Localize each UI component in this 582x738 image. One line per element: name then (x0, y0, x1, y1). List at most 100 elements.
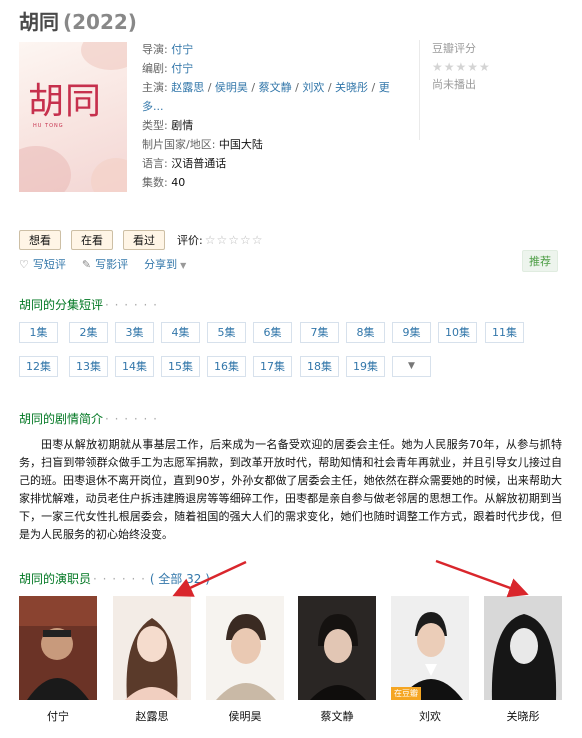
eval-stars[interactable]: ☆☆☆☆☆ (205, 233, 264, 247)
episode-button[interactable]: 2集 (69, 322, 108, 343)
cast-separator: / (291, 81, 303, 94)
episode-button[interactable]: 16集 (207, 356, 246, 377)
episode-button[interactable]: 14集 (115, 356, 154, 377)
episode-button[interactable]: 12集 (19, 356, 58, 377)
cast-card[interactable]: 赵露思 (113, 596, 191, 724)
cast-separator: / (247, 81, 259, 94)
movie-info: 导演: 付宁 编剧: 付宁 主演: 赵露思 / 侯明昊 / 蔡文静 / 刘欢 /… (142, 40, 407, 192)
short-review-link[interactable]: ♡ 写短评 (19, 256, 66, 272)
rating-label: 豆瓣评分 (432, 42, 476, 55)
episodes-section-heading: 胡同的分集短评 (19, 298, 104, 312)
cast-photo[interactable] (206, 596, 284, 700)
episode-button[interactable]: 9集 (392, 322, 431, 343)
writer-label: 编剧: (142, 62, 168, 75)
genre-row: 类型: 剧情 (142, 116, 407, 135)
episodes-section-title: 胡同的分集短评 · · · · · · (19, 296, 158, 313)
cast-name[interactable]: 蔡文静 (298, 708, 376, 724)
language-value: 汉语普通话 (171, 157, 227, 170)
eval-label: 评价: (177, 234, 203, 247)
episode-button[interactable]: 18集 (300, 356, 339, 377)
episode-button[interactable]: 13集 (69, 356, 108, 377)
cast-link[interactable]: 关晓彤 (335, 81, 368, 94)
region-label: 制片国家/地区: (142, 138, 216, 151)
cast-photo[interactable] (484, 596, 562, 700)
cast-link[interactable]: 蔡文静 (259, 81, 292, 94)
more-cast-link-cont[interactable]: 多... (142, 100, 164, 113)
cast-separator: / (324, 81, 336, 94)
cast-photo[interactable] (19, 596, 97, 700)
episode-button[interactable]: 19集 (346, 356, 385, 377)
episode-button[interactable]: 4集 (161, 322, 200, 343)
language-row: 语言: 汉语普通话 (142, 154, 407, 173)
cast-card[interactable]: 在豆瓣 刘欢 (391, 596, 469, 724)
long-review-link[interactable]: ✎ 写影评 (82, 256, 128, 272)
cast-name[interactable]: 赵露思 (113, 708, 191, 724)
cast-link[interactable]: 刘欢 (302, 81, 324, 94)
person-photo (113, 596, 191, 700)
more-cast-row: 多... (142, 97, 407, 116)
cast-card[interactable]: 关晓彤 (484, 596, 562, 724)
cast-name[interactable]: 刘欢 (391, 708, 469, 724)
episode-button[interactable]: 7集 (300, 322, 339, 343)
title-text: 胡同 (19, 10, 59, 34)
cast-name[interactable]: 付宁 (19, 708, 97, 724)
region-row: 制片国家/地区: 中国大陆 (142, 135, 407, 154)
cast-photo[interactable] (298, 596, 376, 700)
watched-button[interactable]: 看过 (123, 230, 165, 250)
poster-subtitle: HU TONG (33, 123, 64, 129)
cast-section-dots: · · · · · · (93, 572, 146, 586)
episode-button[interactable]: 10集 (438, 322, 477, 343)
summary-section-dots: · · · · · · (105, 412, 158, 426)
cast-link[interactable]: 侯明昊 (215, 81, 248, 94)
region-value: 中国大陆 (218, 138, 263, 151)
cast-name[interactable]: 关晓彤 (484, 708, 562, 724)
want-to-watch-button[interactable]: 想看 (19, 230, 61, 250)
director-row: 导演: 付宁 (142, 40, 407, 59)
cast-card[interactable]: 侯明昊 (206, 596, 284, 724)
director-link[interactable]: 付宁 (171, 43, 193, 56)
episode-button[interactable]: 11集 (485, 322, 524, 343)
episodes-section-dots: · · · · · · (105, 298, 158, 312)
summary-section-title: 胡同的剧情简介 · · · · · · (19, 410, 158, 427)
title-year: (2022) (63, 10, 137, 34)
short-review-label: 写短评 (32, 258, 66, 271)
share-to-label: 分享到 (144, 258, 178, 271)
chevron-down-icon: ▼ (180, 261, 187, 270)
writer-link[interactable]: 付宁 (171, 62, 193, 75)
genre-label: 类型: (142, 119, 168, 132)
cast-card[interactable]: 付宁 (19, 596, 97, 724)
chevron-down-icon: ▼ (408, 361, 415, 371)
episode-button[interactable]: 6集 (253, 322, 292, 343)
poster-title: 胡同 (28, 81, 103, 122)
episode-button[interactable]: 8集 (346, 322, 385, 343)
arrow-right (435, 559, 529, 598)
all-cast-link[interactable]: ( 全部 32 ) (150, 572, 210, 586)
cast-card[interactable]: 蔡文静 (298, 596, 376, 724)
cast-name[interactable]: 侯明昊 (206, 708, 284, 724)
cast-badge: 在豆瓣 (391, 687, 421, 700)
episode-button[interactable]: 17集 (253, 356, 292, 377)
writer-row: 编剧: 付宁 (142, 59, 407, 78)
page-title: 胡同 (2022) (19, 6, 137, 35)
person-photo (391, 596, 469, 700)
share-to-link[interactable]: 分享到 ▼ (144, 256, 186, 272)
episode-button[interactable]: 1集 (19, 322, 58, 343)
watching-button[interactable]: 在看 (71, 230, 113, 250)
episodes-row: 集数: 40 (142, 173, 407, 192)
person-photo (484, 596, 562, 700)
more-cast-link[interactable]: 更 (379, 81, 390, 94)
poster-image[interactable]: 胡同 HU TONG (19, 42, 127, 192)
recommend-button[interactable]: 推荐 (522, 250, 558, 272)
expand-episodes-button[interactable]: ▼ (392, 356, 431, 377)
cast-link[interactable]: 赵露思 (171, 81, 204, 94)
episode-button[interactable]: 3集 (115, 322, 154, 343)
cast-photo[interactable] (113, 596, 191, 700)
episodes-value: 40 (171, 176, 186, 189)
pencil-icon: ✎ (81, 258, 92, 271)
cast-photo[interactable]: 在豆瓣 (391, 596, 469, 700)
comment-icon: ♡ (19, 258, 29, 271)
cast-separator: / (368, 81, 379, 94)
episode-button[interactable]: 5集 (207, 322, 246, 343)
episode-button[interactable]: 15集 (161, 356, 200, 377)
summary-section-heading: 胡同的剧情简介 (19, 412, 104, 426)
